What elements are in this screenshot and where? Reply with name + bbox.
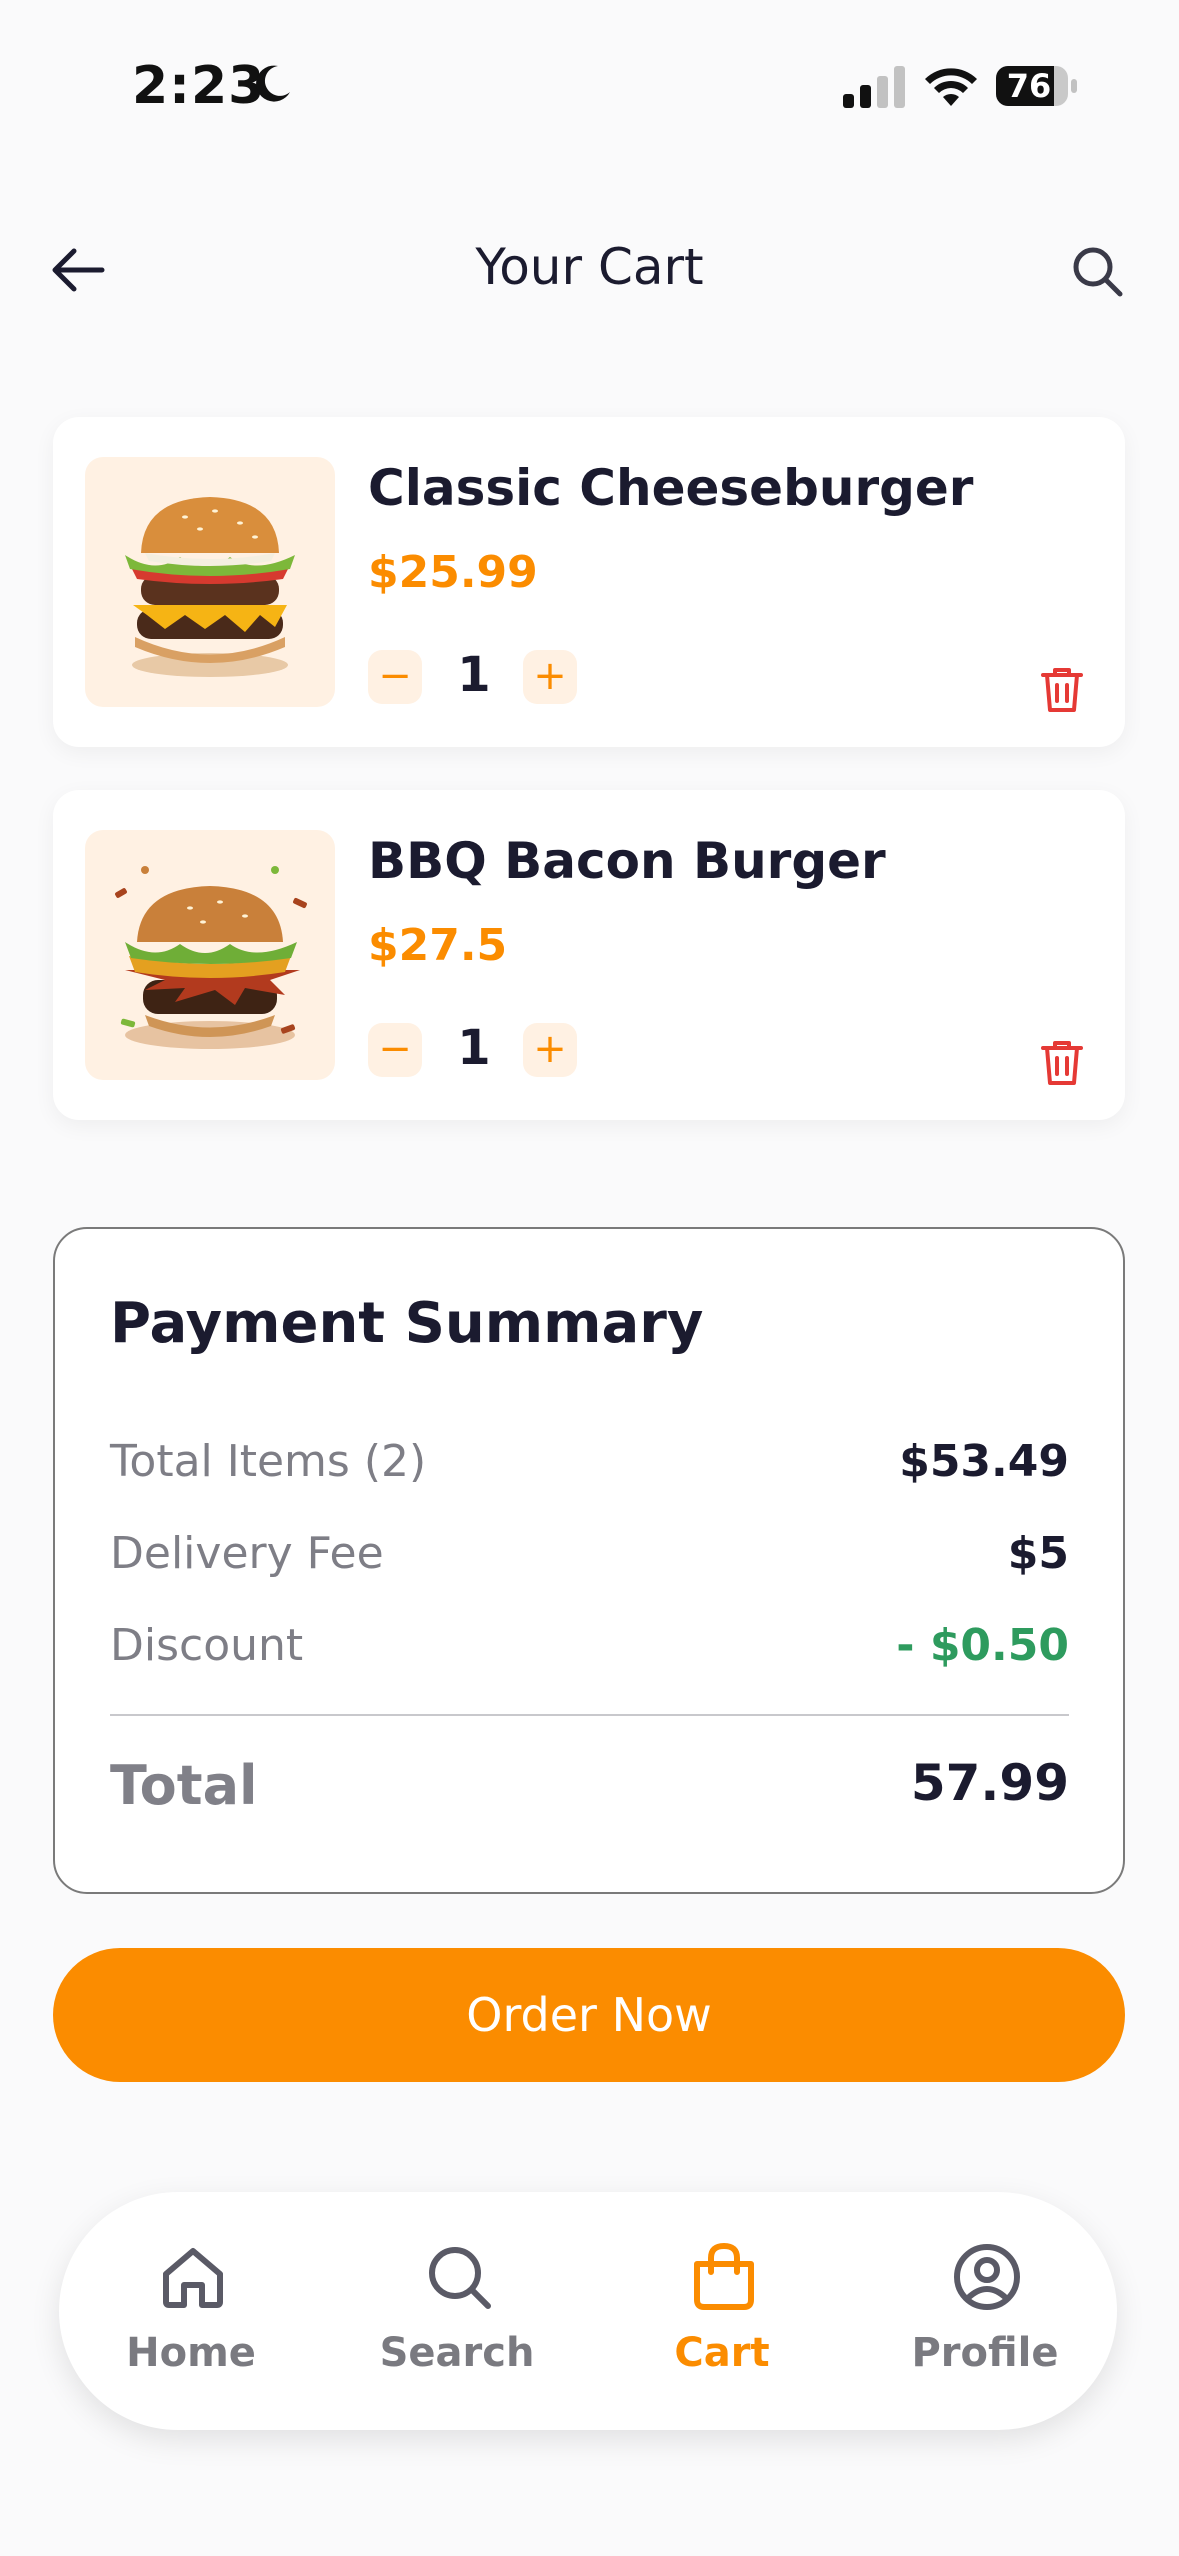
nav-item-cart[interactable]: Cart [592, 2192, 852, 2430]
quantity-value: 1 [457, 647, 491, 703]
battery-level: 76 [1006, 67, 1052, 105]
nav-item-profile[interactable]: Profile [855, 2192, 1115, 2430]
delivery-fee-label: Delivery Fee [110, 1528, 384, 1579]
item-price: $27.5 [368, 920, 508, 971]
cart-item: BBQ Bacon Burger $27.5 − 1 + [53, 790, 1125, 1120]
quantity-value: 1 [457, 1020, 491, 1076]
item-name: BBQ Bacon Burger [368, 832, 886, 890]
bbq-burger-illustration [115, 866, 307, 1049]
search-icon [429, 2247, 491, 2309]
status-time: 2:23 [132, 56, 266, 116]
total-label: Total [110, 1754, 258, 1817]
decrease-quantity-button[interactable]: − [368, 650, 422, 704]
summary-title: Payment Summary [110, 1291, 704, 1356]
nav-label: Profile [911, 2330, 1059, 2376]
bottom-nav: Home Search Cart Profile [59, 2192, 1117, 2430]
nav-label: Search [379, 2330, 535, 2376]
payment-summary: Payment Summary Total Items (2) $53.49 D… [53, 1227, 1125, 1894]
status-bar: 2:23 76 [0, 0, 1179, 170]
moon-icon [256, 65, 290, 102]
profile-icon [954, 2244, 1020, 2310]
header: Your Cart [0, 220, 1179, 320]
nav-item-home[interactable]: Home [61, 2192, 321, 2430]
increase-quantity-button[interactable]: + [523, 650, 577, 704]
battery-icon: 76 [996, 64, 1078, 108]
trash-icon[interactable] [1040, 1038, 1084, 1086]
cart-item: Classic Cheeseburger $25.99 − 1 + [53, 417, 1125, 747]
cheeseburger-illustration [125, 497, 295, 677]
signal-icon [843, 66, 905, 108]
nav-item-search[interactable]: Search [327, 2192, 587, 2430]
nav-label: Home [126, 2330, 256, 2376]
total-value: 57.99 [910, 1754, 1069, 1812]
increase-quantity-button[interactable]: + [523, 1023, 577, 1077]
trash-icon[interactable] [1040, 665, 1084, 713]
wifi-icon [925, 68, 977, 106]
nav-label: Cart [674, 2330, 770, 2376]
discount-value: - $0.50 [896, 1620, 1069, 1671]
home-icon [163, 2248, 223, 2308]
burger-image [85, 457, 335, 707]
total-items-value: $53.49 [899, 1436, 1069, 1487]
search-icon[interactable] [1070, 244, 1124, 298]
decrease-quantity-button[interactable]: − [368, 1023, 422, 1077]
divider [110, 1714, 1069, 1716]
bag-icon [694, 2242, 754, 2310]
item-price: $25.99 [368, 547, 538, 598]
total-items-label: Total Items (2) [110, 1436, 427, 1487]
item-name: Classic Cheeseburger [368, 459, 974, 517]
discount-label: Discount [110, 1620, 304, 1671]
burger-image [85, 830, 335, 1080]
delivery-fee-value: $5 [1007, 1528, 1069, 1579]
page-title: Your Cart [475, 238, 704, 296]
order-now-button[interactable]: Order Now [53, 1948, 1125, 2082]
